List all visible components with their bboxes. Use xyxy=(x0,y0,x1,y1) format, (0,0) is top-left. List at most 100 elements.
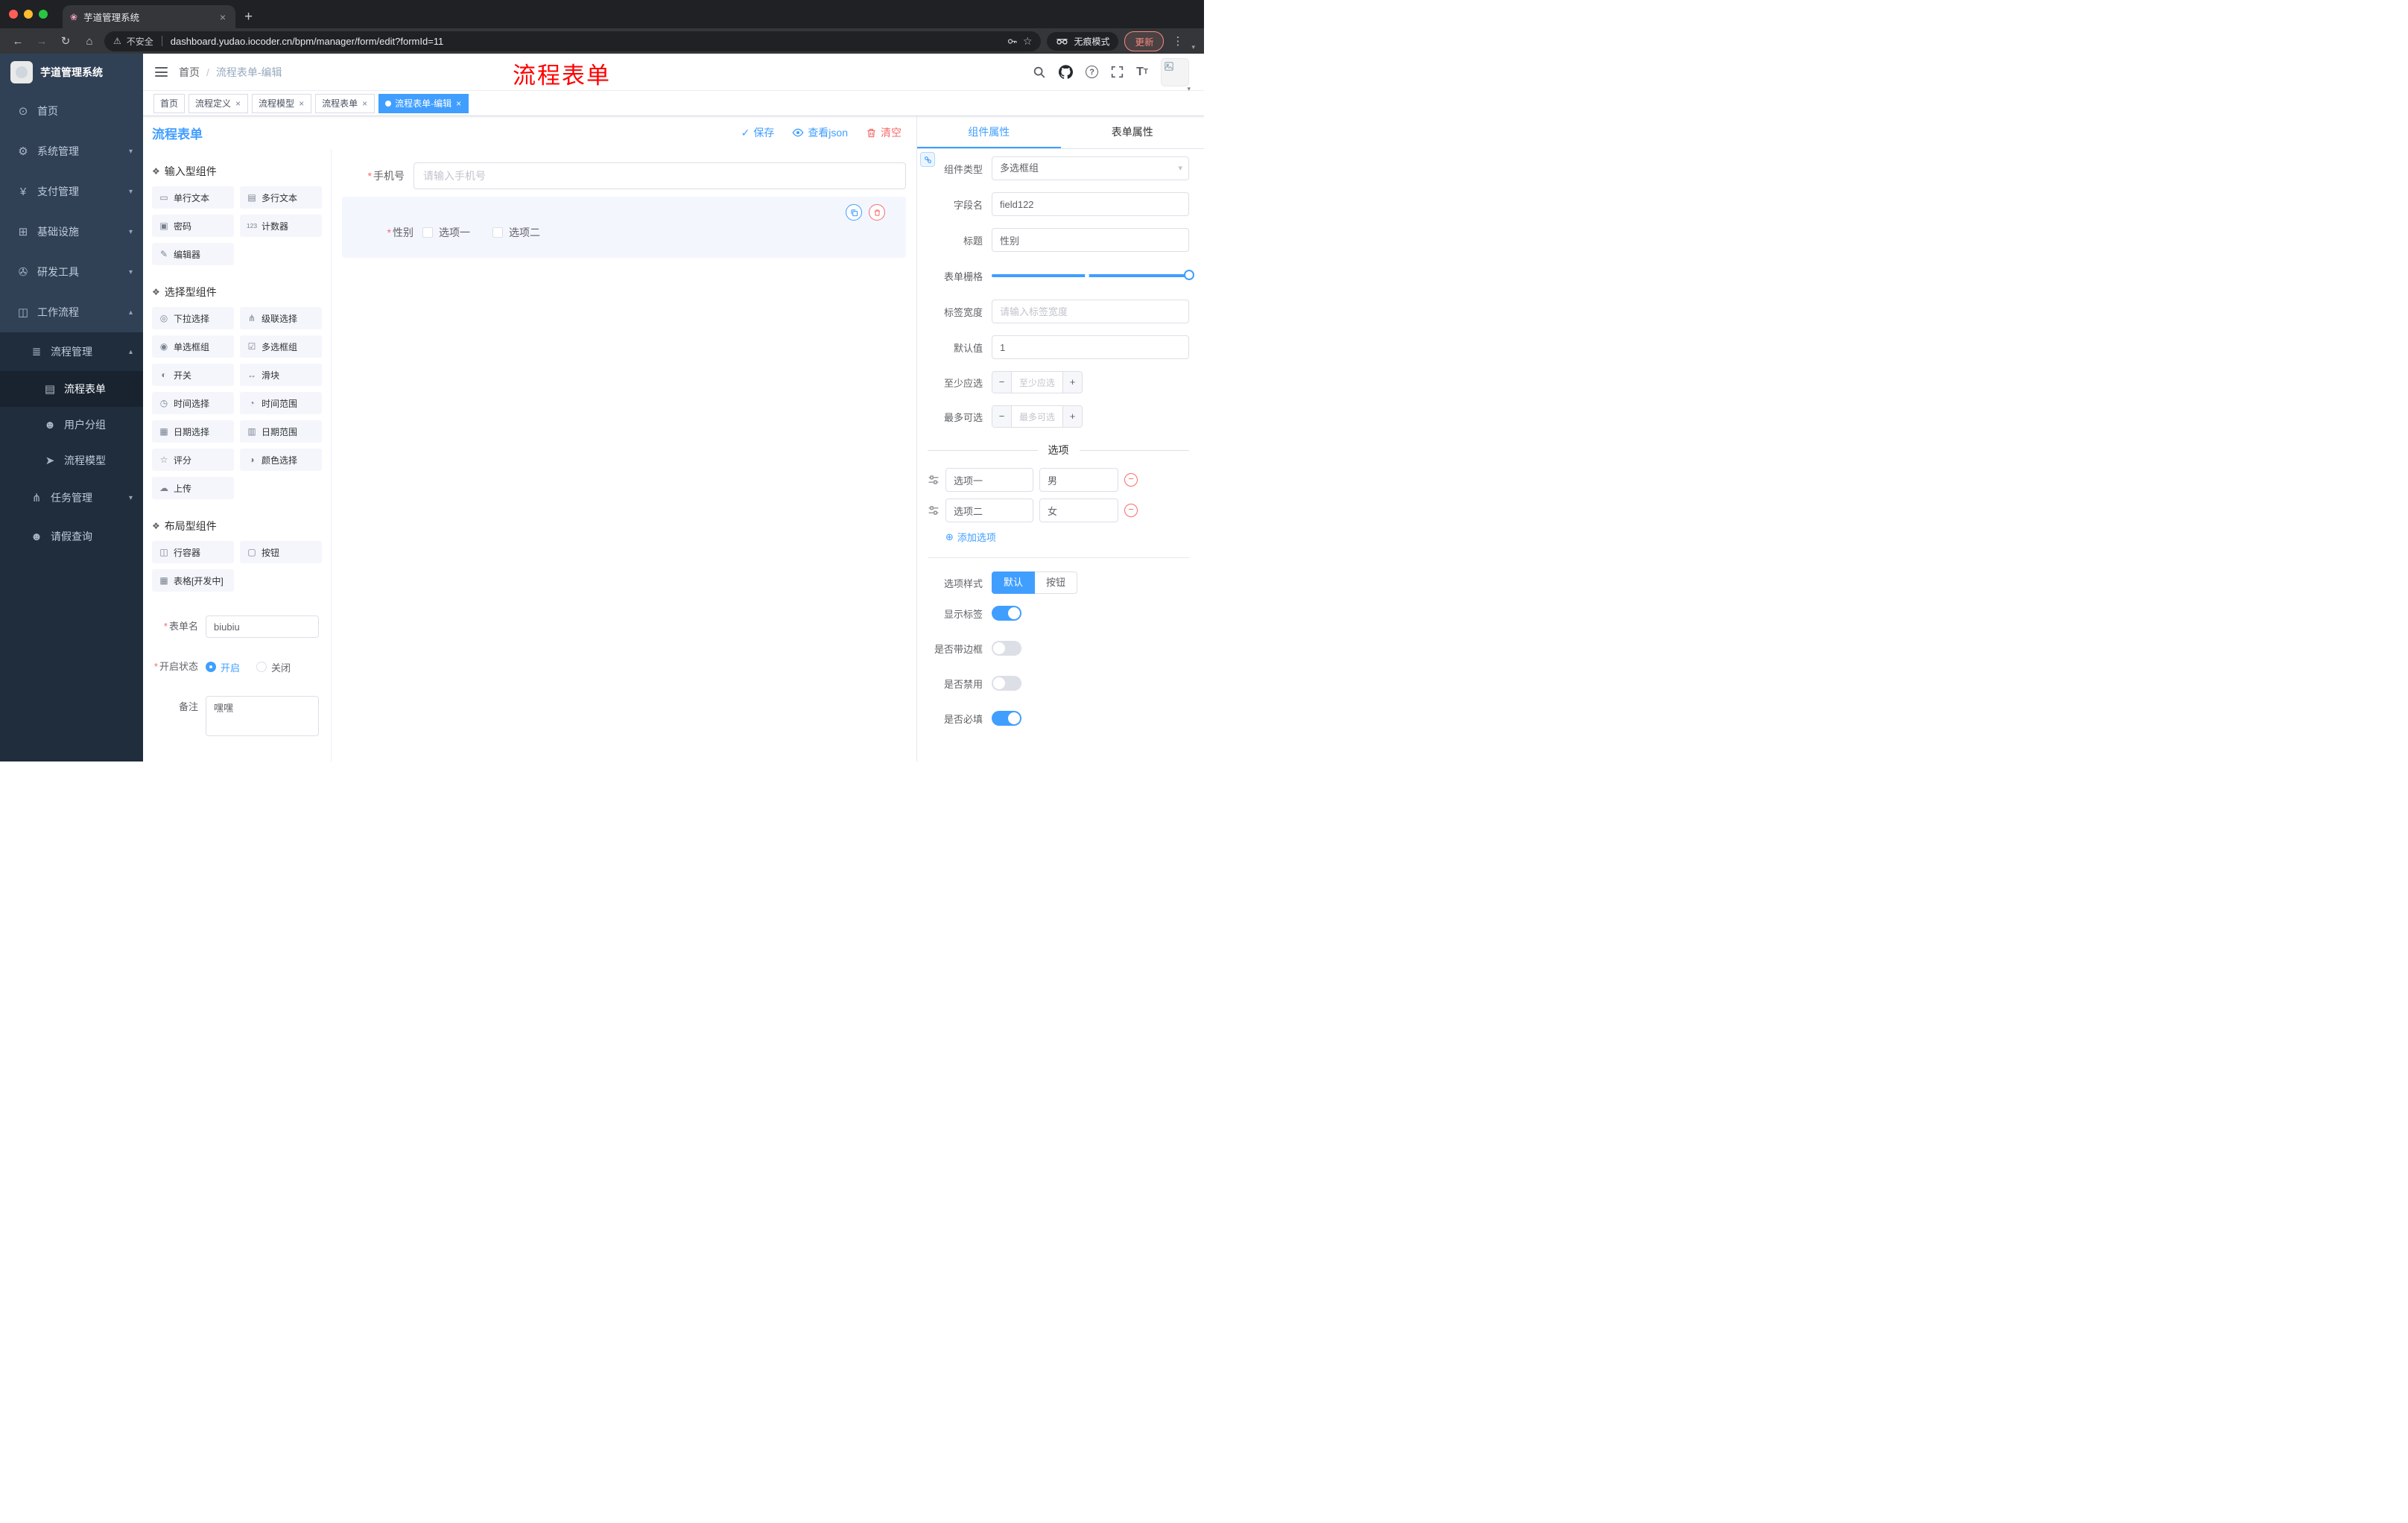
status-on-radio[interactable] xyxy=(206,662,216,672)
gender-option1-label[interactable]: 选项一 xyxy=(439,225,470,240)
back-button[interactable]: ← xyxy=(9,35,27,48)
palette-item-select[interactable]: ◎ 下拉选择 xyxy=(152,307,234,329)
palette-item-password[interactable]: ▣ 密码 xyxy=(152,215,234,237)
form-grid-slider[interactable] xyxy=(992,264,1194,288)
palette-item-switch[interactable]: ◐ 开关 xyxy=(152,364,234,386)
font-size-icon[interactable]: TT xyxy=(1136,66,1148,79)
status-on-label[interactable]: 开启 xyxy=(221,660,240,674)
sidebar-item-user-group[interactable]: ☻ 用户分组 xyxy=(0,407,143,443)
gender-option2-checkbox[interactable] xyxy=(492,227,503,238)
palette-item-counter[interactable]: 123 计数器 xyxy=(240,215,322,237)
home-button[interactable]: ⌂ xyxy=(80,35,98,48)
decrease-button[interactable]: − xyxy=(992,372,1012,393)
required-switch[interactable] xyxy=(992,711,1021,726)
sidebar-item-system-mgmt[interactable]: ⚙ 系统管理 ▾ xyxy=(0,131,143,171)
sidebar-subitem-process-mgmt[interactable]: ≣ 流程管理 ▴ xyxy=(0,332,143,371)
status-off-radio[interactable] xyxy=(256,662,267,672)
default-value-input[interactable] xyxy=(992,335,1189,359)
selected-widget-gender[interactable]: * 性别 选项一 选项二 xyxy=(342,197,906,258)
reload-button[interactable]: ↻ xyxy=(57,34,75,48)
slider-track[interactable] xyxy=(992,270,1194,280)
chevron-down-icon[interactable]: ▾ xyxy=(1191,43,1195,51)
field-phone[interactable]: * 手机号 xyxy=(342,162,906,189)
new-tab-button[interactable]: + xyxy=(244,10,253,24)
copy-widget-button[interactable] xyxy=(846,204,862,221)
github-icon[interactable] xyxy=(1059,65,1074,79)
tab-form-props[interactable]: 表单属性 xyxy=(1061,116,1205,148)
option-label-input[interactable] xyxy=(945,468,1033,492)
disabled-switch[interactable] xyxy=(992,676,1021,691)
view-json-button[interactable]: 查看json xyxy=(792,125,848,140)
palette-item-upload[interactable]: ☁ 上传 xyxy=(152,477,234,499)
style-button-button[interactable]: 按钮 xyxy=(1035,571,1078,594)
remove-option-button[interactable]: − xyxy=(1124,473,1138,487)
sidebar-item-infrastructure[interactable]: ⊞ 基础设施 ▾ xyxy=(0,212,143,252)
remark-textarea[interactable]: 嘿嘿 xyxy=(206,696,319,736)
field-name-input[interactable] xyxy=(992,192,1189,216)
close-window-button[interactable] xyxy=(9,10,18,19)
show-label-switch[interactable] xyxy=(992,606,1021,621)
drag-handle-icon[interactable] xyxy=(928,504,940,516)
palette-item-table[interactable]: ▦ 表格[开发中] xyxy=(152,569,234,592)
key-icon[interactable] xyxy=(1007,36,1018,47)
sidebar-item-payment-mgmt[interactable]: ¥ 支付管理 ▾ xyxy=(0,171,143,212)
border-switch[interactable] xyxy=(992,641,1021,656)
increase-button[interactable]: + xyxy=(1062,406,1082,427)
sidebar-item-leave-query[interactable]: ☻ 请假查询 xyxy=(0,517,143,556)
palette-item-time-range[interactable]: ◔ 时间范围 xyxy=(240,392,322,414)
form-name-input[interactable] xyxy=(206,615,319,638)
gender-option1-checkbox[interactable] xyxy=(422,227,433,238)
save-button[interactable]: ✓ 保存 xyxy=(741,125,775,140)
label-width-input[interactable] xyxy=(992,300,1189,323)
add-option-button[interactable]: ⊕ 添加选项 xyxy=(945,530,1189,544)
search-icon[interactable] xyxy=(1033,66,1046,79)
palette-item-date-range[interactable]: ▥ 日期范围 xyxy=(240,420,322,443)
remove-option-button[interactable]: − xyxy=(1124,504,1138,517)
tag-close-icon[interactable]: × xyxy=(235,98,241,109)
option-value-input[interactable] xyxy=(1039,468,1118,492)
tagsview-tab-process-form-edit[interactable]: 流程表单-编辑 × xyxy=(378,93,469,113)
tag-close-icon[interactable]: × xyxy=(361,98,368,109)
bookmark-star-icon[interactable]: ☆ xyxy=(1023,35,1033,48)
tab-component-props[interactable]: 组件属性 xyxy=(917,116,1061,148)
browser-menu-icon[interactable]: ⋮ xyxy=(1170,34,1185,48)
component-type-select[interactable]: 多选框组 ▾ xyxy=(992,156,1189,180)
zoom-window-button[interactable] xyxy=(39,10,48,19)
tag-close-icon[interactable]: × xyxy=(298,98,305,109)
link-icon[interactable] xyxy=(920,152,935,167)
sidebar-item-home[interactable]: ⊙ 首页 xyxy=(0,91,143,131)
minimize-window-button[interactable] xyxy=(24,10,33,19)
palette-item-radio-group[interactable]: ◉ 单选框组 xyxy=(152,335,234,358)
decrease-button[interactable]: − xyxy=(992,406,1012,427)
status-off-label[interactable]: 关闭 xyxy=(271,660,291,674)
tagsview-tab-process-model[interactable]: 流程模型 × xyxy=(252,93,312,113)
omnibox[interactable]: ⚠ 不安全 dashboard.yudao.iocoder.cn/bpm/man… xyxy=(104,31,1042,51)
sidebar-item-workflow[interactable]: ◫ 工作流程 ▴ xyxy=(0,292,143,332)
clear-button[interactable]: 清空 xyxy=(866,125,902,140)
palette-item-slider[interactable]: ↔ 滑块 xyxy=(240,364,322,386)
increase-button[interactable]: + xyxy=(1062,372,1082,393)
title-input[interactable] xyxy=(992,228,1189,252)
palette-item-rate[interactable]: ☆ 评分 xyxy=(152,449,234,471)
fullscreen-icon[interactable] xyxy=(1111,66,1124,78)
palette-item-single-line-text[interactable]: ▭ 单行文本 xyxy=(152,186,234,209)
field-gender[interactable]: * 性别 选项一 选项二 xyxy=(351,225,897,240)
tagsview-tab-process-definition[interactable]: 流程定义 × xyxy=(188,93,249,113)
tagsview-tab-home[interactable]: 首页 xyxy=(153,93,186,113)
breadcrumb-home[interactable]: 首页 xyxy=(179,65,200,80)
slider-handle[interactable] xyxy=(1184,270,1194,280)
drag-handle-icon[interactable] xyxy=(928,474,940,486)
option-value-input[interactable] xyxy=(1039,498,1118,522)
browser-tab[interactable]: ❀ 芋道管理系统 × xyxy=(63,5,235,28)
palette-item-editor[interactable]: ✎ 编辑器 xyxy=(152,243,234,265)
palette-item-row-container[interactable]: ◫ 行容器 xyxy=(152,541,234,563)
palette-item-time-picker[interactable]: ◷ 时间选择 xyxy=(152,392,234,414)
palette-item-checkbox-group[interactable]: ☑ 多选框组 xyxy=(240,335,322,358)
palette-item-date-picker[interactable]: ▦ 日期选择 xyxy=(152,420,234,443)
browser-update-button[interactable]: 更新 xyxy=(1124,31,1165,51)
phone-input[interactable] xyxy=(414,162,906,189)
avatar[interactable] xyxy=(1161,57,1189,86)
forward-button[interactable]: → xyxy=(33,35,51,48)
gender-option2-label[interactable]: 选项二 xyxy=(509,225,540,240)
sidebar-item-process-form[interactable]: ▤ 流程表单 xyxy=(0,371,143,407)
